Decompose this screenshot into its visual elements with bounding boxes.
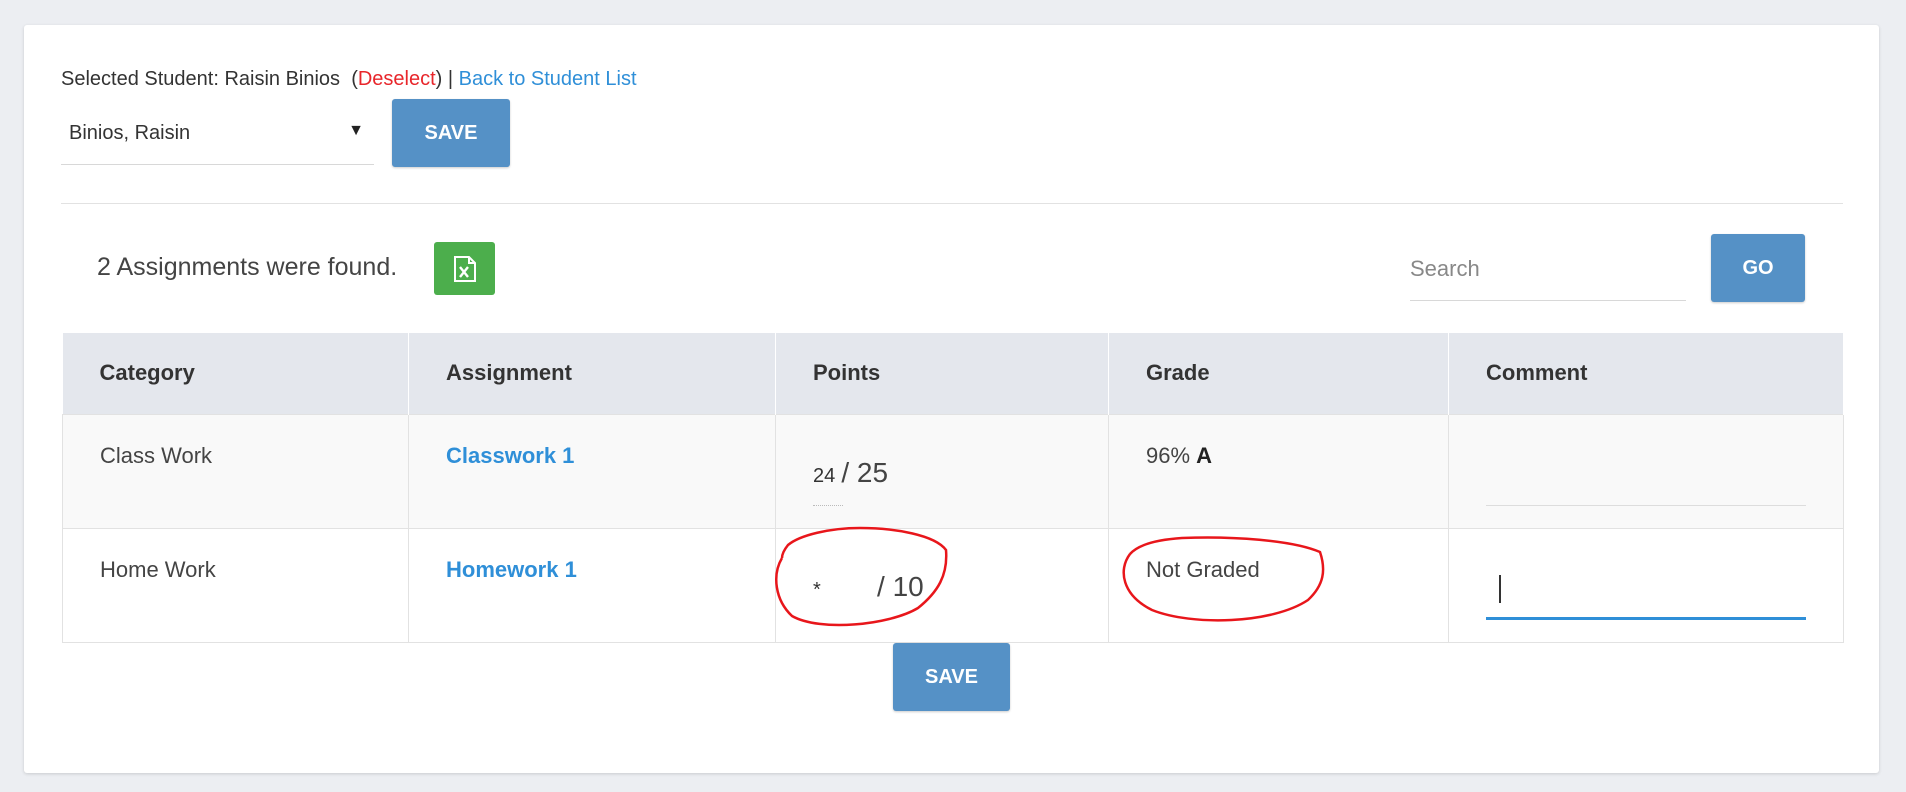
points-input[interactable]: 24 <box>813 465 835 487</box>
comment-cell <box>1448 527 1844 643</box>
assignment-cell: Homework 1 <box>408 527 776 643</box>
selected-student-line: Selected Student: Raisin Binios (Deselec… <box>61 68 637 91</box>
grade-percent: 96% <box>1146 442 1191 468</box>
table-header-row: Category Assignment Points Grade Comment <box>62 333 1844 414</box>
comment-input[interactable] <box>1486 457 1806 506</box>
points-cell: * / 10 <box>775 527 1109 643</box>
points-max: / 25 <box>841 456 889 488</box>
assignment-link[interactable]: Classwork 1 <box>446 443 574 468</box>
grade-status: Not Graded <box>1146 556 1260 582</box>
grade-letter: A <box>1196 442 1213 468</box>
grade-cell: 96% A <box>1108 413 1449 529</box>
back-to-student-list-link[interactable]: Back to Student List <box>459 68 637 90</box>
assignment-cell: Classwork 1 <box>408 413 776 529</box>
table-row: Class Work Classwork 1 24 / 25 96% A <box>62 413 1844 529</box>
col-header-points: Points <box>775 333 1109 414</box>
assignments-found-text: 2 Assignments were found. <box>97 253 398 281</box>
grade-cell: Not Graded <box>1108 527 1449 643</box>
points-input-underline <box>813 504 843 506</box>
points-cell: 24 / 25 <box>775 413 1109 529</box>
paren-open: ( <box>351 68 358 90</box>
excel-icon <box>453 255 476 282</box>
deselect-link[interactable]: Deselect <box>358 68 436 90</box>
excel-export-button[interactable] <box>434 242 495 295</box>
col-header-comment: Comment <box>1448 333 1844 414</box>
selected-student-label: Selected Student: Raisin Binios <box>61 68 341 90</box>
col-header-assignment: Assignment <box>408 333 776 414</box>
assignments-table: Category Assignment Points Grade Comment… <box>62 333 1844 643</box>
student-select-value: Binios, Raisin <box>69 122 191 144</box>
go-button[interactable]: GO <box>1711 234 1805 302</box>
comment-input[interactable] <box>1486 569 1806 620</box>
caret-down-icon: ▼ <box>348 122 364 139</box>
table-row: Home Work Homework 1 * / 10 Not Graded <box>62 527 1844 643</box>
divider <box>61 203 1843 204</box>
col-header-category: Category <box>62 333 409 414</box>
category-cell: Home Work <box>62 527 409 643</box>
search-input[interactable]: Search <box>1410 248 1686 301</box>
points-max: / 10 <box>877 570 924 602</box>
comment-cell <box>1448 413 1844 529</box>
save-button-top[interactable]: SAVE <box>392 99 510 167</box>
text-cursor <box>1499 574 1501 603</box>
separator: ) | <box>435 68 454 90</box>
col-header-grade: Grade <box>1108 333 1449 414</box>
assignment-link[interactable]: Homework 1 <box>446 557 577 582</box>
points-input[interactable]: * <box>813 579 821 601</box>
student-select[interactable]: Binios, Raisin ▼ <box>61 110 374 165</box>
save-button-bottom[interactable]: SAVE <box>893 643 1010 711</box>
category-cell: Class Work <box>62 413 409 529</box>
